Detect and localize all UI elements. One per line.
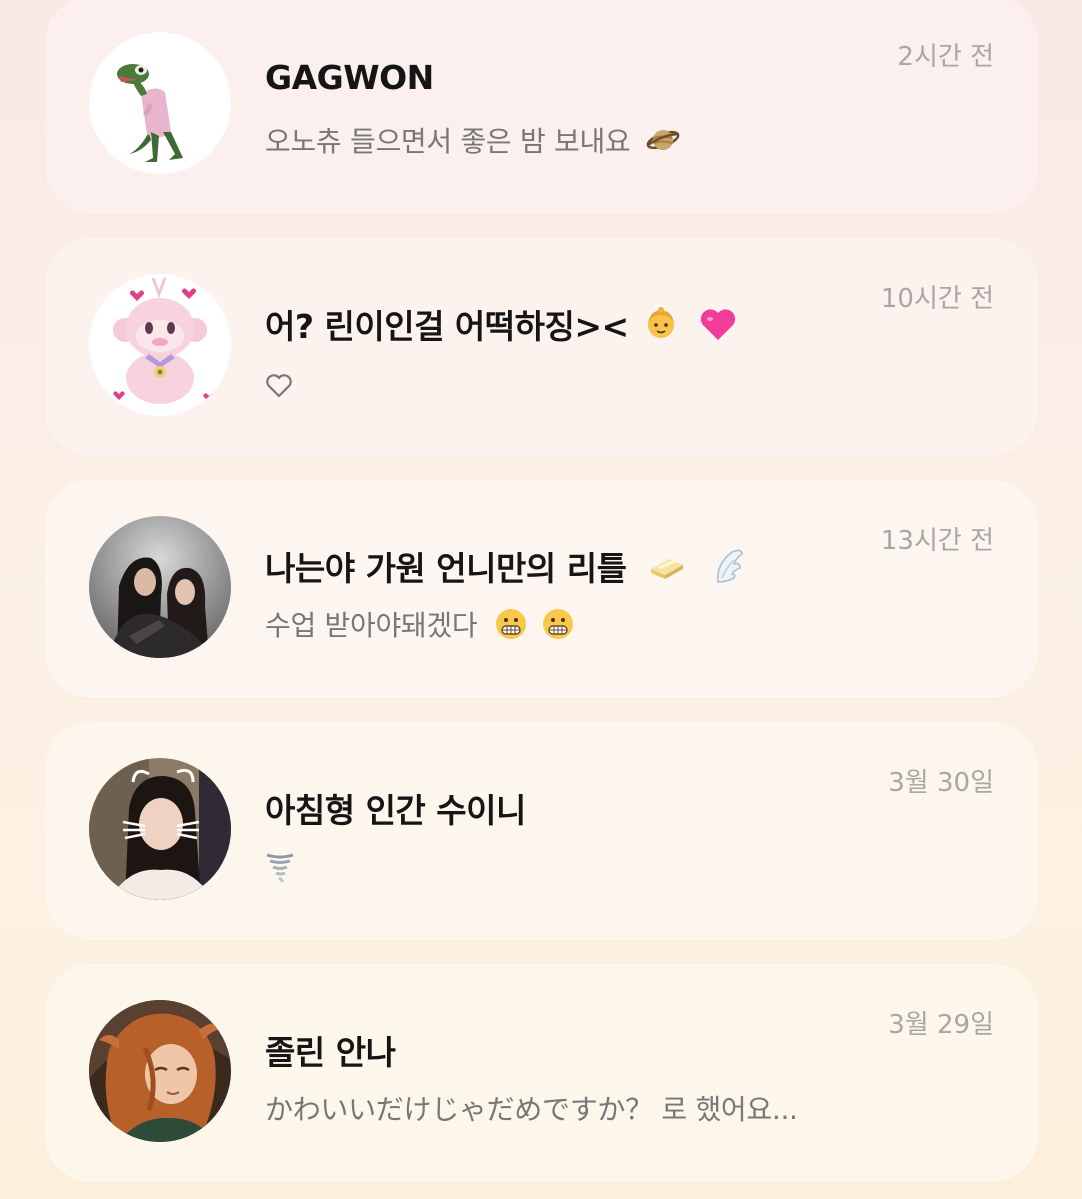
wing-icon <box>712 546 746 586</box>
grimacing-face-icon <box>494 607 528 641</box>
chat-message <box>265 850 295 885</box>
girl-face-icon <box>642 305 680 343</box>
chat-message: 오노츄 들으면서 좋은 밤 보내요 <box>265 120 681 160</box>
chat-time: 2시간 전 <box>897 42 994 72</box>
tornado-icon <box>265 851 295 885</box>
chat-item[interactable]: 나는야 가원 언니만의 리틀 수업 받아야돼겠다 13시간 전 <box>45 480 1038 698</box>
chat-name: GAGWON <box>265 58 434 97</box>
grimacing-face-icon <box>541 607 575 641</box>
chat-name: 어? 린이인걸 어떡하징>< <box>265 300 737 348</box>
chat-name: 아침형 인간 수이니 <box>265 791 526 830</box>
dinosaur-avatar-image <box>89 32 231 174</box>
ringed-planet-icon <box>645 125 681 155</box>
chat-message-text: 수업 받아야돼겠다 <box>265 609 478 642</box>
chat-message: 수업 받아야돼겠다 <box>265 604 575 644</box>
chat-item[interactable]: GAGWON 오노츄 들으면서 좋은 밤 보내요 2시간 전 <box>45 0 1038 214</box>
chat-name-text: 나는야 가원 언니만의 리틀 <box>265 549 627 588</box>
sleepy-anna-avatar-image <box>89 1000 231 1142</box>
two-women-avatar-image <box>89 516 231 658</box>
avatar[interactable] <box>89 1000 231 1142</box>
chat-item[interactable]: 졸린 안나 かわいいだけじゃだめですか？ 로 했어요... 3월 29일 <box>45 964 1038 1182</box>
cat-filter-selfie-avatar-image <box>89 758 231 900</box>
chat-time: 13시간 전 <box>880 526 994 556</box>
chat-message: かわいいだけじゃだめですか？ 로 했어요... <box>265 1093 798 1126</box>
chat-item[interactable]: 아침형 인간 수이니 3월 30일 <box>45 722 1038 940</box>
chat-time: 10시간 전 <box>880 284 994 314</box>
avatar[interactable] <box>89 516 231 658</box>
chat-message <box>265 368 293 401</box>
butter-icon <box>647 551 687 581</box>
heart-outline-icon <box>265 373 293 399</box>
chat-name-text: 어? 린이인걸 어떡하징>< <box>265 307 629 346</box>
avatar[interactable] <box>89 274 231 416</box>
chat-message-text: 오노츄 들으면서 좋은 밤 보내요 <box>265 125 631 158</box>
chat-time: 3월 29일 <box>888 1010 994 1040</box>
avatar[interactable] <box>89 758 231 900</box>
chat-name: 나는야 가원 언니만의 리틀 <box>265 542 746 590</box>
chat-time: 3월 30일 <box>888 768 994 798</box>
chat-item[interactable]: 어? 린이인걸 어떡하징>< 10시간 전 <box>45 238 1038 456</box>
chat-name: 졸린 안나 <box>265 1033 396 1072</box>
pink-heart-icon <box>699 306 737 342</box>
avatar[interactable] <box>89 32 231 174</box>
pink-plush-avatar-image <box>89 274 231 416</box>
